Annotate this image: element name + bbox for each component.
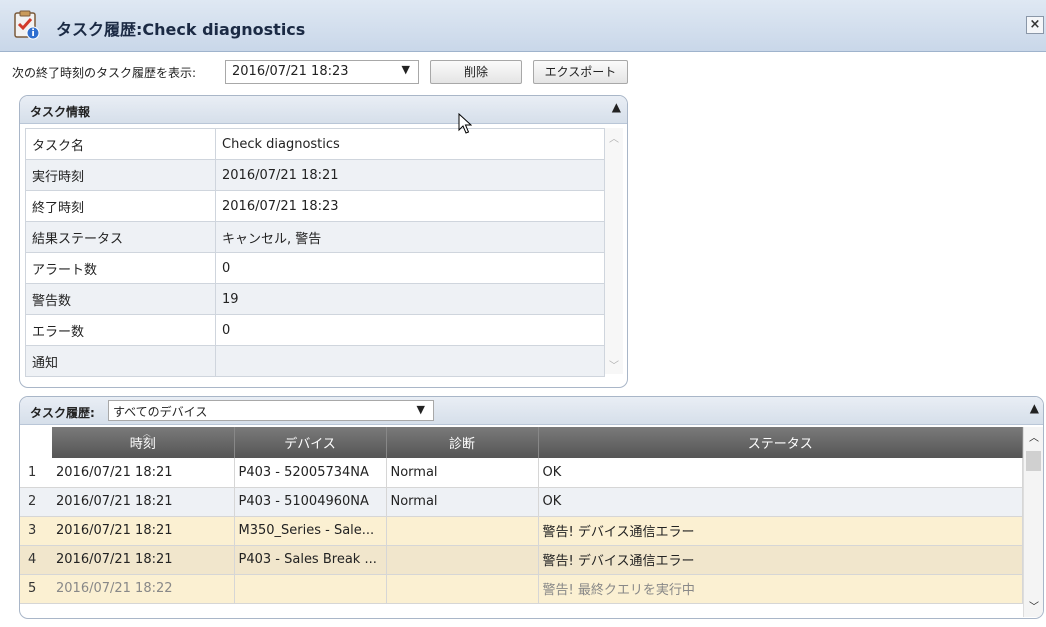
- cell-device: P403 - Sales Break ...: [234, 545, 387, 575]
- scroll-thumb[interactable]: [1026, 451, 1041, 471]
- end-time-select[interactable]: 2016/07/21 18:23 ▼: [225, 60, 419, 84]
- info-key: 結果ステータス: [25, 221, 216, 253]
- cell-diagnosis: Normal: [386, 487, 539, 517]
- column-header-device[interactable]: デバイス: [234, 427, 387, 458]
- table-row[interactable]: 3 2016/07/21 18:21 M350_Series - Sale...…: [20, 516, 1023, 546]
- info-row: 結果ステータス キャンセル, 警告: [25, 221, 605, 253]
- task-info-table: タスク名 Check diagnostics 実行時刻 2016/07/21 18:…: [25, 128, 605, 377]
- end-time-value: 2016/07/21 18:23: [232, 64, 349, 79]
- cell-diagnosis: [386, 516, 539, 546]
- close-icon[interactable]: ×: [1026, 16, 1044, 34]
- scroll-up-icon[interactable]: ︿: [609, 130, 619, 145]
- row-number: 3: [20, 516, 52, 546]
- info-value: 0: [215, 314, 605, 346]
- delete-button[interactable]: 削除: [430, 60, 522, 84]
- scroll-down-icon[interactable]: ﹀: [1029, 598, 1039, 613]
- column-header-diagnosis[interactable]: 診断: [386, 427, 539, 458]
- clipboard-check-info-icon: [14, 10, 40, 40]
- column-label: ステータス: [747, 437, 813, 452]
- cell-status: OK: [538, 458, 1023, 488]
- task-info-header: タスク情報 ▲: [20, 96, 627, 124]
- column-header-time[interactable]: ︿ 時刻: [52, 427, 235, 458]
- info-key: 通知: [25, 345, 216, 377]
- cell-diagnosis: Normal: [386, 458, 539, 488]
- cell-device: M350_Series - Sale...: [234, 516, 387, 546]
- cell-device: [234, 574, 387, 604]
- cell-diagnosis: [386, 545, 539, 575]
- row-number-header: [20, 427, 52, 458]
- task-info-title: タスク情報: [30, 105, 91, 119]
- cell-diagnosis: [386, 574, 539, 604]
- table-row[interactable]: 5 2016/07/21 18:22 警告! 最終クエリを実行中: [20, 574, 1023, 604]
- info-key: エラー数: [25, 314, 216, 346]
- row-number: 4: [20, 545, 52, 575]
- device-filter-select[interactable]: すべてのデバイス ▼: [108, 400, 434, 421]
- collapse-icon[interactable]: ▲: [1030, 401, 1039, 415]
- info-key: アラート数: [25, 252, 216, 284]
- info-value: 19: [215, 283, 605, 315]
- table-row[interactable]: 1 2016/07/21 18:21 P403 - 52005734NA Nor…: [20, 458, 1023, 488]
- column-label: 時刻: [129, 437, 156, 452]
- info-row: 終了時刻 2016/07/21 18:23: [25, 190, 605, 222]
- info-value: Check diagnostics: [215, 128, 605, 160]
- column-label: デバイス: [284, 437, 336, 452]
- cell-device: P403 - 51004960NA: [234, 487, 387, 517]
- info-value: キャンセル, 警告: [215, 221, 605, 253]
- info-key: 警告数: [25, 283, 216, 315]
- collapse-icon[interactable]: ▲: [612, 100, 621, 114]
- info-row: 通知: [25, 345, 605, 377]
- row-number: 5: [20, 574, 52, 604]
- history-scrollbar[interactable]: ︿ ﹀: [1023, 427, 1043, 617]
- cell-device: P403 - 52005734NA: [234, 458, 387, 488]
- title-bar: タスク履歴:Check diagnostics ×: [0, 0, 1046, 52]
- info-value: [215, 345, 605, 377]
- info-row: アラート数 0: [25, 252, 605, 284]
- filter-label: 次の終了時刻のタスク履歴を表示:: [12, 66, 197, 80]
- task-history-panel: タスク履歴: すべてのデバイス ▼ ▲ ︿ 時刻 デバイス 診断 ステータス 1 …: [19, 396, 1044, 619]
- scroll-up-icon[interactable]: ︿: [1029, 429, 1039, 444]
- cell-time: 2016/07/21 18:21: [52, 516, 235, 546]
- info-row: タスク名 Check diagnostics: [25, 128, 605, 160]
- task-history-label: タスク履歴:: [30, 406, 95, 420]
- info-value: 0: [215, 252, 605, 284]
- info-value: 2016/07/21 18:21: [215, 159, 605, 191]
- column-header-status[interactable]: ステータス: [538, 427, 1023, 458]
- cell-time: 2016/07/21 18:21: [52, 545, 235, 575]
- table-row[interactable]: 2 2016/07/21 18:21 P403 - 51004960NA Nor…: [20, 487, 1023, 517]
- row-number: 2: [20, 487, 52, 517]
- chevron-down-icon: ▼: [416, 403, 425, 416]
- cell-time: 2016/07/21 18:22: [52, 574, 235, 604]
- chevron-down-icon: ▼: [401, 63, 410, 76]
- table-row[interactable]: 4 2016/07/21 18:21 P403 - Sales Break ..…: [20, 545, 1023, 575]
- info-row: 実行時刻 2016/07/21 18:21: [25, 159, 605, 191]
- cell-status: 警告! 最終クエリを実行中: [538, 574, 1023, 604]
- sort-asc-icon: ︿: [142, 429, 151, 438]
- export-button[interactable]: エクスポート: [533, 60, 628, 84]
- cell-time: 2016/07/21 18:21: [52, 487, 235, 517]
- scroll-down-icon[interactable]: ﹀: [609, 357, 619, 372]
- info-key: 実行時刻: [25, 159, 216, 191]
- column-label: 診断: [448, 437, 475, 452]
- cell-time: 2016/07/21 18:21: [52, 458, 235, 488]
- info-key: 終了時刻: [25, 190, 216, 222]
- cell-status: 警告! デバイス通信エラー: [538, 516, 1023, 546]
- info-row: 警告数 19: [25, 283, 605, 315]
- device-filter-value: すべてのデバイス: [113, 405, 208, 419]
- history-table: ︿ 時刻 デバイス 診断 ステータス 1 2016/07/21 18:21 P40…: [20, 427, 1023, 604]
- window-title: タスク履歴:Check diagnostics: [56, 20, 306, 39]
- info-key: タスク名: [25, 128, 216, 160]
- info-scrollbar[interactable]: ︿ ﹀: [605, 128, 623, 374]
- cell-status: 警告! デバイス通信エラー: [538, 545, 1023, 575]
- history-header-row: ︿ 時刻 デバイス 診断 ステータス: [20, 427, 1023, 458]
- info-value: 2016/07/21 18:23: [215, 190, 605, 222]
- task-info-panel: タスク情報 ▲ タスク名 Check diagnostics 実行時刻 2016/0…: [19, 95, 628, 388]
- row-number: 1: [20, 458, 52, 488]
- task-history-header: タスク履歴: すべてのデバイス ▼ ▲: [20, 397, 1043, 425]
- info-row: エラー数 0: [25, 314, 605, 346]
- cell-status: OK: [538, 487, 1023, 517]
- mouse-pointer-icon: [458, 113, 472, 134]
